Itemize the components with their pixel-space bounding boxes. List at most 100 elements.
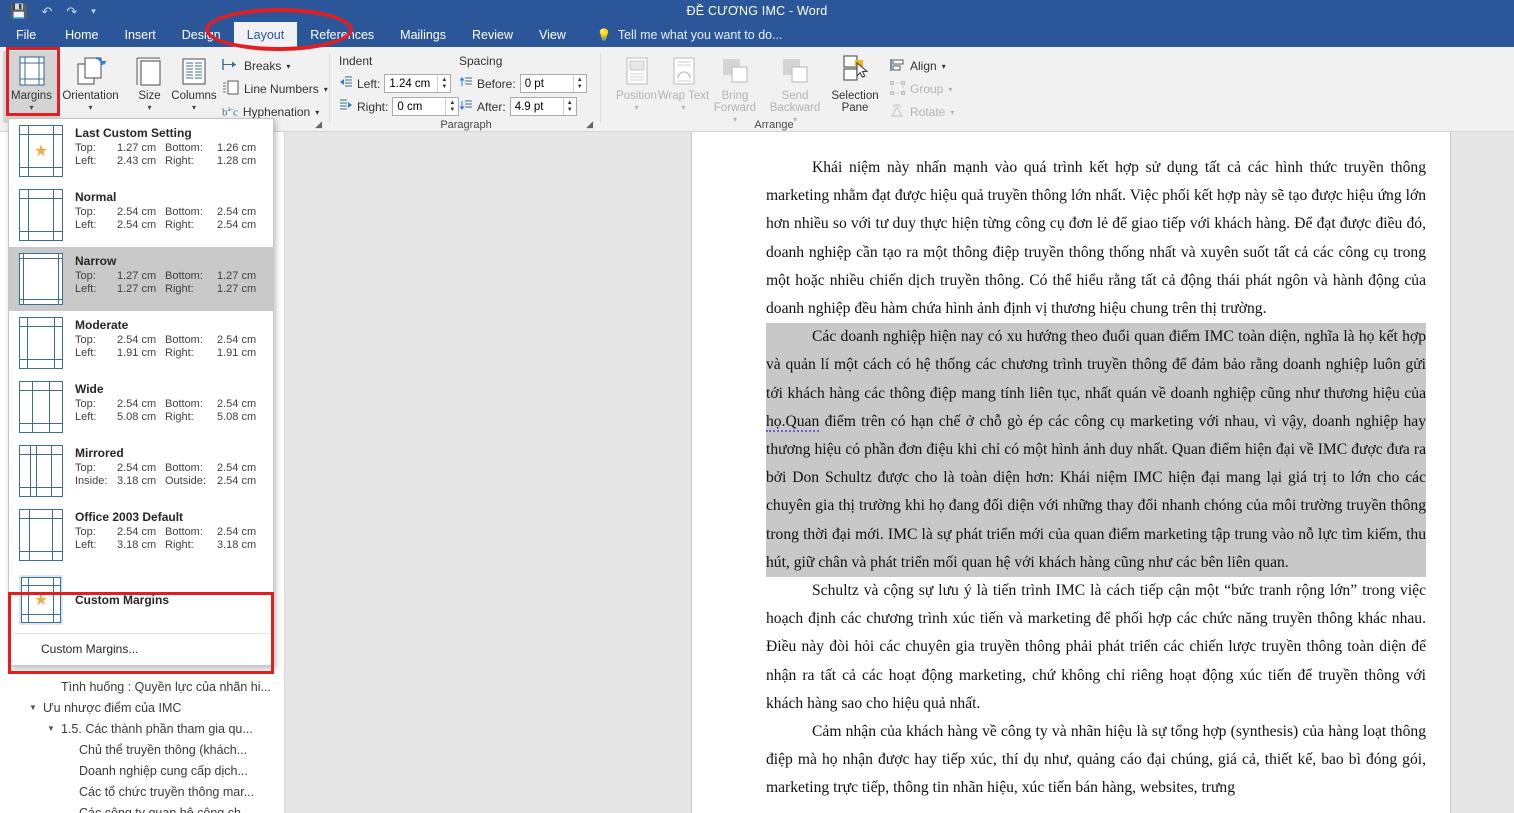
chevron-down-icon[interactable]: ▾ <box>681 103 685 112</box>
margins-preset-item[interactable]: Wide Top: 2.54 cm Bottom: 2.54 cm Left: 5.08 c… <box>9 375 273 439</box>
chevron-down-icon[interactable]: ▾ <box>315 108 319 117</box>
margins-preset-item[interactable]: Normal Top: 2.54 cm Bottom: 2.54 cm Left: 2.54… <box>9 183 273 247</box>
tab-layout[interactable]: Layout <box>233 22 298 47</box>
margins-preset-thumbnail <box>19 381 63 433</box>
margins-preset-item[interactable]: Narrow Top: 1.27 cm Bottom: 1.27 cm Left: 1.27… <box>9 247 273 311</box>
spinner-up-icon[interactable]: ▲ <box>567 100 573 107</box>
preset-right-label: Right: <box>165 283 194 295</box>
tab-insert[interactable]: Insert <box>112 22 169 47</box>
indent-left-spinner[interactable]: ▲▼ <box>384 74 452 93</box>
document-paragraph[interactable]: Schultz và cộng sự lưu ý là tiến trình I… <box>766 577 1426 718</box>
tab-review[interactable]: Review <box>459 22 526 47</box>
group-icon <box>890 80 905 98</box>
chevron-down-icon[interactable]: ▾ <box>147 103 151 112</box>
spinner-arrows[interactable]: ▲ ▼ <box>445 98 458 115</box>
tab-view[interactable]: View <box>526 22 579 47</box>
spacing-after-input[interactable] <box>510 98 563 115</box>
margins-preset-item[interactable]: ★ Last Custom Setting Top: 1.27 cm Bottom: 1.… <box>9 119 273 183</box>
indent-left-icon <box>339 75 353 93</box>
bring-forward-button[interactable]: Bring Forward ▾ <box>702 51 768 124</box>
margins-dropdown-menu[interactable]: ★ Last Custom Setting Top: 1.27 cm Bottom: 1.… <box>8 118 274 666</box>
spacing-before-input[interactable] <box>520 75 573 92</box>
preset-left-label: Left: <box>75 283 97 295</box>
align-label: Align <box>910 59 937 73</box>
navigation-pane-item[interactable]: Chủ thể truyền thông (khách... <box>0 739 284 760</box>
spinner-down-icon[interactable]: ▼ <box>449 107 455 114</box>
chevron-down-icon[interactable]: ▾ <box>942 62 946 71</box>
spinner-up-icon[interactable]: ▲ <box>441 77 447 84</box>
page-setup-dialog-launcher[interactable]: ◢ <box>315 119 322 130</box>
custom-margins-dialog-link[interactable]: Custom Margins... <box>9 634 273 665</box>
spacing-after-spinner[interactable]: ▲▼ <box>509 97 577 116</box>
preset-left-label: Left: <box>75 155 97 167</box>
document-text-body[interactable]: Khái niệm này nhấn mạnh vào quá trình kế… <box>766 154 1426 803</box>
margins-preset-item[interactable]: Mirrored Top: 2.54 cm Bottom: 2.54 cm Inside:… <box>9 439 273 503</box>
align-button[interactable]: Align ▾ <box>890 55 946 77</box>
navigation-pane-item[interactable]: Tình huống : Quyền lực của nhãn hi... <box>0 676 284 697</box>
tab-design[interactable]: Design <box>169 22 234 47</box>
chevron-down-icon[interactable]: ▾ <box>948 85 952 94</box>
margin-top-line <box>19 134 63 135</box>
indent-right-input[interactable] <box>393 98 446 115</box>
spinner-arrows[interactable]: ▲ ▼ <box>562 98 576 115</box>
navigation-pane-item[interactable]: ▼ 1.5. Các thành phần tham gia qu... <box>0 718 284 739</box>
chevron-down-icon[interactable]: ▾ <box>950 108 954 117</box>
margins-button[interactable]: Margins ▾ <box>3 51 60 123</box>
indent-left-input[interactable] <box>385 75 438 92</box>
tab-references[interactable]: References <box>297 22 387 47</box>
navigation-pane-item[interactable]: Các tổ chức truyền thông mar... <box>0 781 284 802</box>
document-paragraph-selected[interactable]: Các doanh nghiệp hiện nay có xu hướng th… <box>766 323 1426 578</box>
chevron-down-icon[interactable]: ▾ <box>324 85 328 94</box>
paragraph-dialog-launcher[interactable]: ◢ <box>586 119 593 130</box>
spinner-arrows[interactable]: ▲ ▼ <box>572 75 586 92</box>
margins-preset-item[interactable]: Office 2003 Default Top: 2.54 cm Bottom: 2.5… <box>9 503 273 567</box>
spinner-down-icon[interactable]: ▼ <box>441 84 447 91</box>
tab-home[interactable]: Home <box>52 22 111 47</box>
breaks-button[interactable]: Breaks ▾ <box>222 55 290 77</box>
preset-right-label: Right: <box>165 539 194 551</box>
spinner-up-icon[interactable]: ▲ <box>449 100 455 107</box>
navigation-pane-item[interactable]: Doanh nghiệp cung cấp dịch... <box>0 760 284 781</box>
chevron-down-icon[interactable]: ▾ <box>634 103 638 112</box>
spacing-before-spinner[interactable]: ▲▼ <box>519 74 587 93</box>
margin-top-line <box>19 390 63 391</box>
chevron-down-icon[interactable]: ▾ <box>29 103 33 112</box>
indent-right-spinner[interactable]: ▲▼ <box>392 97 460 116</box>
document-paragraph[interactable]: Khái niệm này nhấn mạnh vào quá trình kế… <box>766 154 1426 323</box>
margins-preset-item[interactable]: Moderate Top: 2.54 cm Bottom: 2.54 cm Left: 1.… <box>9 311 273 375</box>
navigation-pane-item[interactable]: ▼ Ưu nhược điểm của IMC <box>0 697 284 718</box>
send-backward-button[interactable]: Send Backward ▾ <box>760 51 830 124</box>
group-button[interactable]: Group ▾ <box>890 78 952 100</box>
spinner-arrows[interactable]: ▲ ▼ <box>437 75 450 92</box>
margins-icon <box>15 54 49 88</box>
preset-right-label: Right: <box>165 411 194 423</box>
preset-bottom-value: 2.54 cm <box>217 334 257 346</box>
selection-pane-button[interactable]: Selection Pane <box>824 51 886 123</box>
navigation-pane-item[interactable]: Các công ty quan hệ công ch... <box>0 802 284 813</box>
columns-button[interactable]: Columns ▾ <box>160 51 228 123</box>
margins-preset-name: Normal <box>75 190 117 204</box>
spinner-down-icon[interactable]: ▼ <box>567 107 573 114</box>
tab-file[interactable]: File <box>0 22 52 47</box>
document-page[interactable]: Khái niệm này nhấn mạnh vào quá trình kế… <box>691 132 1451 813</box>
custom-margins-entry[interactable]: ★ Custom Margins <box>9 567 273 633</box>
collapse-triangle-icon[interactable]: ▼ <box>28 703 38 712</box>
tab-mailings[interactable]: Mailings <box>387 22 459 47</box>
margins-preset-text: Narrow Top: 1.27 cm Bottom: 1.27 cm Left: 1.27… <box>75 253 267 295</box>
group-divider <box>329 53 330 123</box>
spinner-up-icon[interactable]: ▲ <box>577 77 583 84</box>
spinner-down-icon[interactable]: ▼ <box>577 84 583 91</box>
group-divider <box>600 53 601 123</box>
chevron-down-icon[interactable]: ▾ <box>192 103 196 112</box>
orientation-button-label: Orientation <box>62 90 119 102</box>
chevron-down-icon[interactable]: ▾ <box>88 103 92 112</box>
misspelled-word[interactable]: họ.Quan <box>766 412 820 432</box>
document-paragraph[interactable]: Cảm nhận của khách hàng về công ty và nh… <box>766 718 1426 803</box>
line-numbers-button[interactable]: Line Numbers ▾ <box>222 78 328 100</box>
send-backward-button-label: Send Backward <box>769 90 821 114</box>
collapse-triangle-icon[interactable]: ▼ <box>46 724 56 733</box>
orientation-button[interactable]: Orientation ▾ <box>62 51 119 123</box>
margins-preset-thumbnail <box>19 317 63 369</box>
chevron-down-icon[interactable]: ▾ <box>286 62 290 71</box>
tell-me-box[interactable]: 💡 Tell me what you want to do... <box>579 22 783 47</box>
